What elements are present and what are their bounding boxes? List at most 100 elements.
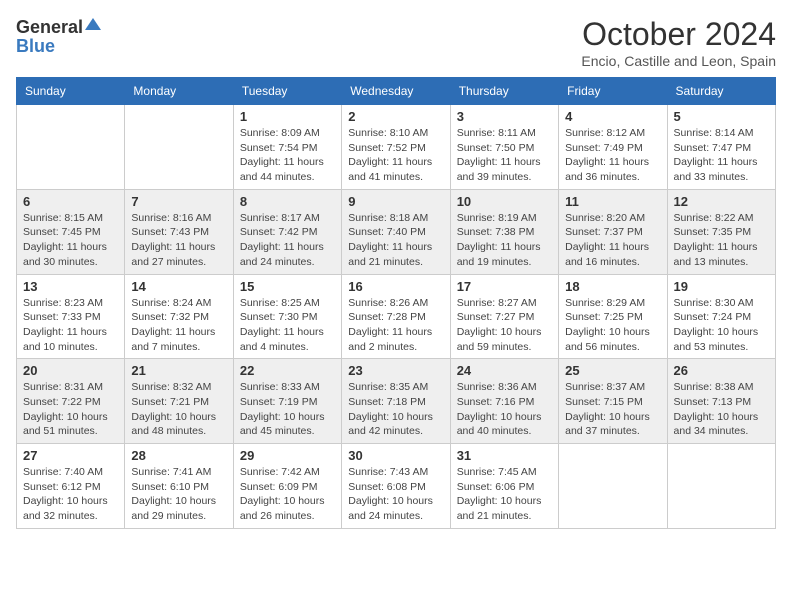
day-info: Sunrise: 8:11 AM Sunset: 7:50 PM Dayligh… — [457, 126, 552, 185]
day-number: 1 — [240, 109, 335, 124]
day-info: Sunrise: 8:31 AM Sunset: 7:22 PM Dayligh… — [23, 380, 118, 439]
day-info: Sunrise: 8:18 AM Sunset: 7:40 PM Dayligh… — [348, 211, 443, 270]
day-info: Sunrise: 8:22 AM Sunset: 7:35 PM Dayligh… — [674, 211, 769, 270]
day-number: 21 — [131, 363, 226, 378]
day-info: Sunrise: 8:27 AM Sunset: 7:27 PM Dayligh… — [457, 296, 552, 355]
day-info: Sunrise: 8:26 AM Sunset: 7:28 PM Dayligh… — [348, 296, 443, 355]
day-info: Sunrise: 7:40 AM Sunset: 6:12 PM Dayligh… — [23, 465, 118, 524]
day-info: Sunrise: 8:29 AM Sunset: 7:25 PM Dayligh… — [565, 296, 660, 355]
day-info: Sunrise: 8:25 AM Sunset: 7:30 PM Dayligh… — [240, 296, 335, 355]
calendar-cell: 6Sunrise: 8:15 AM Sunset: 7:45 PM Daylig… — [17, 189, 125, 274]
calendar-cell: 31 Sunrise: 7:45 AM Sunset: 6:06 PM Dayli… — [450, 444, 558, 529]
day-info: Sunrise: 8:32 AM Sunset: 7:21 PM Dayligh… — [131, 380, 226, 439]
calendar-table: SundayMondayTuesdayWednesdayThursdayFrid… — [16, 77, 776, 529]
day-info: Sunrise: 8:36 AM Sunset: 7:16 PM Dayligh… — [457, 380, 552, 439]
month-title: October 2024 — [581, 16, 776, 53]
calendar-cell: 5Sunrise: 8:14 AM Sunset: 7:47 PM Daylig… — [667, 105, 775, 190]
day-info: Sunrise: 7:45 AM Sunset: 6:06 PM Dayligh… — [457, 465, 552, 524]
day-info: Sunrise: 7:43 AM Sunset: 6:08 PM Dayligh… — [348, 465, 443, 524]
day-info: Sunrise: 8:24 AM Sunset: 7:32 PM Dayligh… — [131, 296, 226, 355]
day-number: 3 — [457, 109, 552, 124]
day-info: Sunrise: 8:33 AM Sunset: 7:19 PM Dayligh… — [240, 380, 335, 439]
day-number: 19 — [674, 279, 769, 294]
calendar-week-3: 13 Sunrise: 8:23 AM Sunset: 7:33 PM Dayli… — [17, 274, 776, 359]
calendar-week-2: 6Sunrise: 8:15 AM Sunset: 7:45 PM Daylig… — [17, 189, 776, 274]
calendar-cell: 18 Sunrise: 8:29 AM Sunset: 7:25 PM Dayli… — [559, 274, 667, 359]
day-info: Sunrise: 8:20 AM Sunset: 7:37 PM Dayligh… — [565, 211, 660, 270]
calendar-cell: 8 Sunrise: 8:17 AM Sunset: 7:42 PM Daylig… — [233, 189, 341, 274]
calendar-cell: 23 Sunrise: 8:35 AM Sunset: 7:18 PM Dayli… — [342, 359, 450, 444]
weekday-row: SundayMondayTuesdayWednesdayThursdayFrid… — [17, 78, 776, 105]
day-number: 27 — [23, 448, 118, 463]
day-info: Sunrise: 8:30 AM Sunset: 7:24 PM Dayligh… — [674, 296, 769, 355]
calendar-cell: 1 Sunrise: 8:09 AM Sunset: 7:54 PM Daylig… — [233, 105, 341, 190]
calendar-cell: 24 Sunrise: 8:36 AM Sunset: 7:16 PM Dayli… — [450, 359, 558, 444]
page-header: General Blue October 2024 Encio, Castill… — [16, 16, 776, 69]
calendar-cell: 3 Sunrise: 8:11 AM Sunset: 7:50 PM Daylig… — [450, 105, 558, 190]
logo-triangle-icon — [85, 16, 101, 32]
calendar-week-1: 1 Sunrise: 8:09 AM Sunset: 7:54 PM Daylig… — [17, 105, 776, 190]
calendar-cell: 2 Sunrise: 8:10 AM Sunset: 7:52 PM Daylig… — [342, 105, 450, 190]
weekday-header-thursday: Thursday — [450, 78, 558, 105]
day-number: 16 — [348, 279, 443, 294]
calendar-cell — [667, 444, 775, 529]
calendar-cell — [559, 444, 667, 529]
day-info: Sunrise: 8:23 AM Sunset: 7:33 PM Dayligh… — [23, 296, 118, 355]
day-number: 8 — [240, 194, 335, 209]
day-number: 9 — [348, 194, 443, 209]
location-subtitle: Encio, Castille and Leon, Spain — [581, 53, 776, 69]
calendar-cell — [125, 105, 233, 190]
day-info: Sunrise: 8:16 AM Sunset: 7:43 PM Dayligh… — [131, 211, 226, 270]
calendar-cell: 19 Sunrise: 8:30 AM Sunset: 7:24 PM Dayli… — [667, 274, 775, 359]
day-number: 29 — [240, 448, 335, 463]
calendar-cell — [17, 105, 125, 190]
weekday-header-friday: Friday — [559, 78, 667, 105]
calendar-cell: 15 Sunrise: 8:25 AM Sunset: 7:30 PM Dayli… — [233, 274, 341, 359]
calendar-cell: 26Sunrise: 8:38 AM Sunset: 7:13 PM Dayli… — [667, 359, 775, 444]
calendar-cell: 20 Sunrise: 8:31 AM Sunset: 7:22 PM Dayli… — [17, 359, 125, 444]
calendar-cell: 4Sunrise: 8:12 AM Sunset: 7:49 PM Daylig… — [559, 105, 667, 190]
day-info: Sunrise: 8:10 AM Sunset: 7:52 PM Dayligh… — [348, 126, 443, 185]
day-info: Sunrise: 7:41 AM Sunset: 6:10 PM Dayligh… — [131, 465, 226, 524]
day-info: Sunrise: 8:19 AM Sunset: 7:38 PM Dayligh… — [457, 211, 552, 270]
day-info: Sunrise: 8:15 AM Sunset: 7:45 PM Dayligh… — [23, 211, 118, 270]
weekday-header-monday: Monday — [125, 78, 233, 105]
day-number: 23 — [348, 363, 443, 378]
logo-blue-text: Blue — [16, 37, 55, 55]
calendar-cell: 7Sunrise: 8:16 AM Sunset: 7:43 PM Daylig… — [125, 189, 233, 274]
calendar-week-5: 27 Sunrise: 7:40 AM Sunset: 6:12 PM Dayli… — [17, 444, 776, 529]
day-number: 13 — [23, 279, 118, 294]
title-section: October 2024 Encio, Castille and Leon, S… — [581, 16, 776, 69]
day-number: 17 — [457, 279, 552, 294]
calendar-cell: 12Sunrise: 8:22 AM Sunset: 7:35 PM Dayli… — [667, 189, 775, 274]
weekday-header-sunday: Sunday — [17, 78, 125, 105]
day-info: Sunrise: 7:42 AM Sunset: 6:09 PM Dayligh… — [240, 465, 335, 524]
calendar-cell: 22 Sunrise: 8:33 AM Sunset: 7:19 PM Dayli… — [233, 359, 341, 444]
day-info: Sunrise: 8:17 AM Sunset: 7:42 PM Dayligh… — [240, 211, 335, 270]
day-number: 22 — [240, 363, 335, 378]
calendar-cell: 27 Sunrise: 7:40 AM Sunset: 6:12 PM Dayli… — [17, 444, 125, 529]
day-number: 15 — [240, 279, 335, 294]
calendar-header: SundayMondayTuesdayWednesdayThursdayFrid… — [17, 78, 776, 105]
day-number: 28 — [131, 448, 226, 463]
calendar-body: 1 Sunrise: 8:09 AM Sunset: 7:54 PM Daylig… — [17, 105, 776, 529]
weekday-header-saturday: Saturday — [667, 78, 775, 105]
calendar-cell: 25 Sunrise: 8:37 AM Sunset: 7:15 PM Dayli… — [559, 359, 667, 444]
calendar-week-4: 20 Sunrise: 8:31 AM Sunset: 7:22 PM Dayli… — [17, 359, 776, 444]
day-number: 24 — [457, 363, 552, 378]
calendar-cell: 28 Sunrise: 7:41 AM Sunset: 6:10 PM Dayli… — [125, 444, 233, 529]
day-info: Sunrise: 8:14 AM Sunset: 7:47 PM Dayligh… — [674, 126, 769, 185]
day-number: 26 — [674, 363, 769, 378]
day-number: 18 — [565, 279, 660, 294]
calendar-cell: 21 Sunrise: 8:32 AM Sunset: 7:21 PM Dayli… — [125, 359, 233, 444]
day-number: 14 — [131, 279, 226, 294]
day-info: Sunrise: 8:35 AM Sunset: 7:18 PM Dayligh… — [348, 380, 443, 439]
day-number: 25 — [565, 363, 660, 378]
day-number: 20 — [23, 363, 118, 378]
day-number: 2 — [348, 109, 443, 124]
day-info: Sunrise: 8:09 AM Sunset: 7:54 PM Dayligh… — [240, 126, 335, 185]
day-info: Sunrise: 8:37 AM Sunset: 7:15 PM Dayligh… — [565, 380, 660, 439]
day-number: 4 — [565, 109, 660, 124]
calendar-cell: 13 Sunrise: 8:23 AM Sunset: 7:33 PM Dayli… — [17, 274, 125, 359]
day-number: 31 — [457, 448, 552, 463]
